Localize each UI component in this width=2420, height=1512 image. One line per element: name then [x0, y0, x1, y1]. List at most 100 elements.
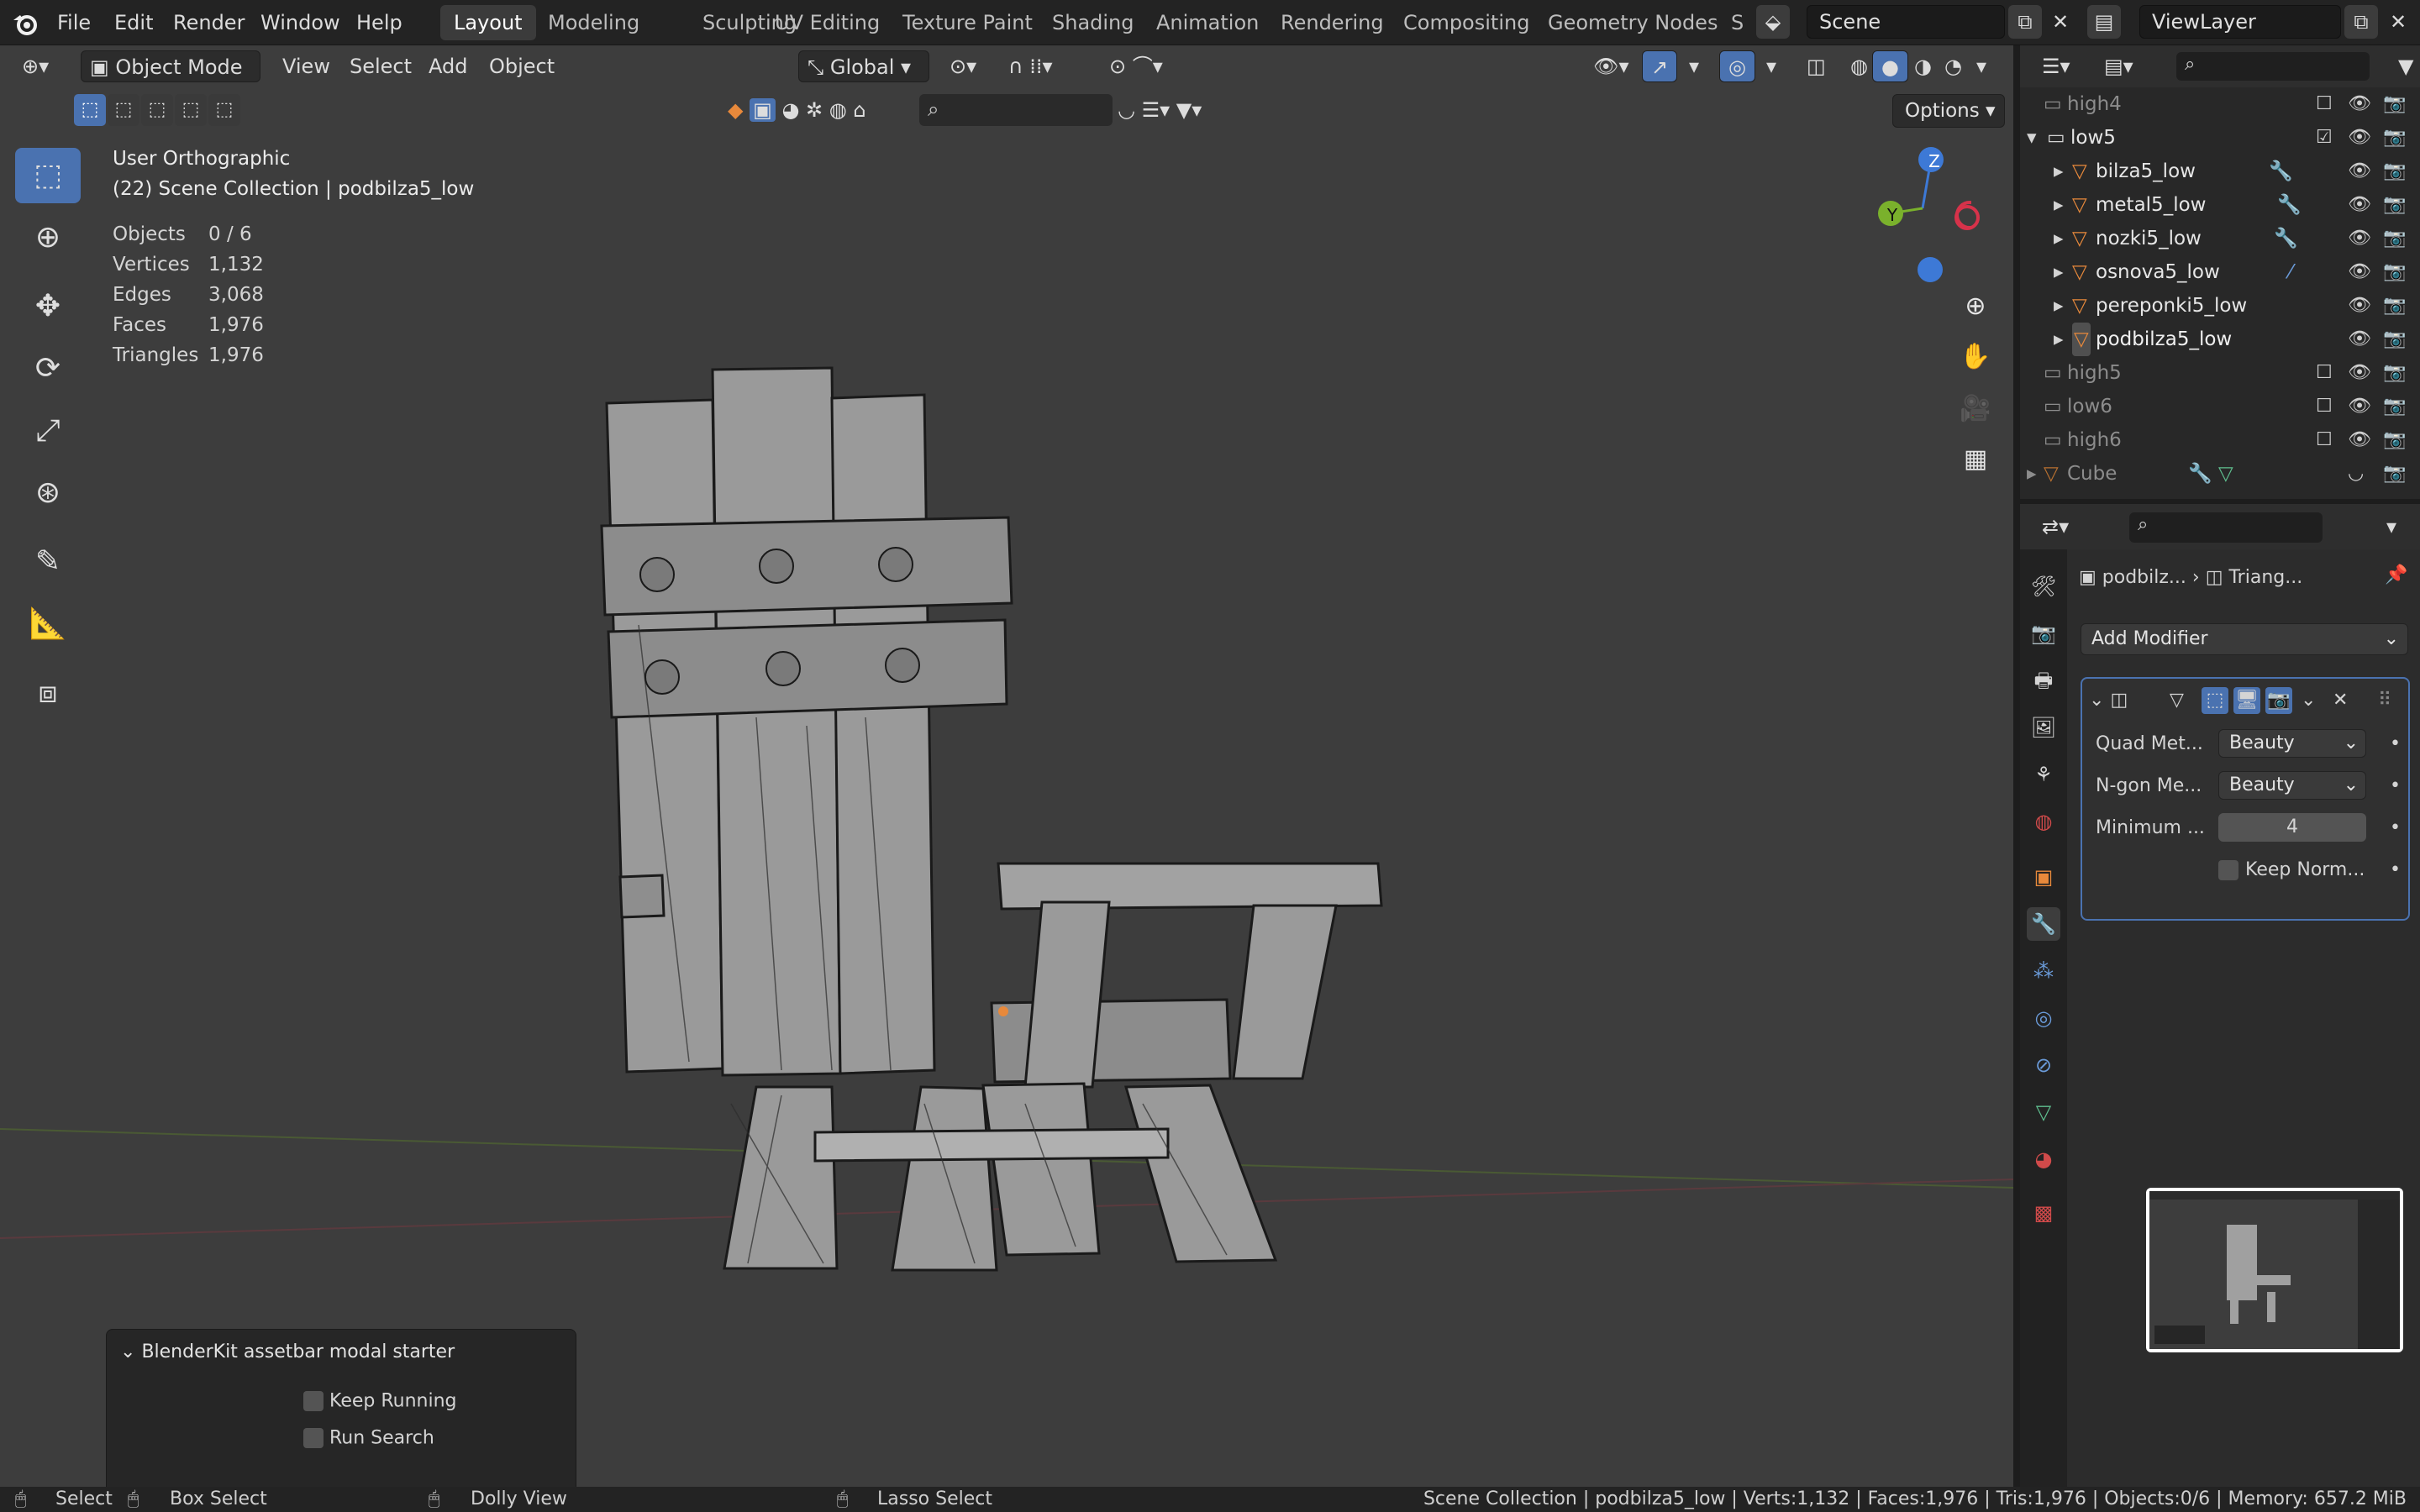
tab-rendering[interactable]: Rendering	[1267, 5, 1397, 40]
viewlayer-selector-icon[interactable]: ▤	[2087, 5, 2121, 39]
eye-icon[interactable]: 👁	[2348, 155, 2371, 188]
camera-icon[interactable]: 📷	[2383, 289, 2406, 323]
outliner-row-osnova5[interactable]: ▸ ▽ osnova5_low ⁄ 👁 📷	[2020, 255, 2420, 289]
eye-icon[interactable]: 👁	[2348, 423, 2371, 457]
keyframe-dot-icon[interactable]: •	[2390, 811, 2401, 845]
menu-render[interactable]: Render	[168, 8, 250, 37]
exclude-checkbox[interactable]: ☐	[2316, 423, 2333, 457]
expand-arrow-icon[interactable]: ▸	[2054, 222, 2064, 255]
eye-icon[interactable]: 👁	[2348, 87, 2371, 121]
world-tab-icon[interactable]: ◍	[2027, 805, 2060, 838]
outliner-search-input[interactable]: ⌕	[2176, 52, 2370, 81]
quad-method-dropdown[interactable]: Beauty ⌄	[2218, 729, 2366, 758]
tab-modeling[interactable]: Modeling	[534, 5, 653, 40]
wrench-icon[interactable]: 🔧	[2269, 155, 2293, 188]
new-viewlayer-icon[interactable]: ⧉	[2344, 5, 2378, 39]
tool-tab-icon[interactable]: 🛠	[2027, 570, 2060, 603]
eye-icon[interactable]: 👁	[2348, 390, 2371, 423]
wrench-icon[interactable]: 🔧	[2274, 222, 2298, 255]
data-tab-icon[interactable]: ▽	[2027, 1095, 2060, 1129]
tab-geometry-nodes[interactable]: Geometry Nodes	[1534, 5, 1731, 40]
keep-normals-row[interactable]: Keep Norm... •	[2091, 853, 2420, 887]
expand-arrow-icon[interactable]: ▸	[2054, 155, 2064, 188]
tab-texture-paint[interactable]: Texture Paint	[889, 5, 1046, 40]
expand-arrow-icon[interactable]: ▸	[2027, 457, 2037, 491]
keep-normals-checkbox[interactable]	[2218, 860, 2238, 880]
render-tab-icon[interactable]: 📷	[2027, 617, 2060, 650]
ortho-grid-icon[interactable]: ▦	[1953, 437, 1998, 482]
exclude-checkbox[interactable]: ☑	[2316, 121, 2333, 155]
new-scene-icon[interactable]: ⧉	[2008, 5, 2042, 39]
camera-icon[interactable]: 📷	[2383, 155, 2406, 188]
outliner-row-low5[interactable]: ▾ ▭ low5 ☑ 👁 📷	[2020, 121, 2420, 155]
add-modifier-dropdown[interactable]: Add Modifier ⌄	[2081, 623, 2408, 655]
keyframe-dot-icon[interactable]: •	[2390, 727, 2401, 761]
pin-icon[interactable]: 📌	[2385, 564, 2407, 585]
outliner-row-low6[interactable]: ▭ low6 ☐ 👁 📷	[2020, 390, 2420, 423]
properties-editor-type-icon[interactable]: ⇄▾	[2033, 511, 2077, 543]
delete-viewlayer-icon[interactable]: ✕	[2381, 5, 2415, 39]
wrench-icon[interactable]: 🔧	[2188, 457, 2212, 491]
scene-tab-icon[interactable]: ⚘	[2027, 758, 2060, 791]
tab-uv-editing[interactable]: UV Editing	[761, 5, 893, 40]
modifier-icon[interactable]: ⁄	[2289, 255, 2292, 289]
blender-logo-icon[interactable]	[12, 10, 39, 37]
texture-tab-icon[interactable]: ▩	[2027, 1196, 2060, 1230]
camera-icon[interactable]: 📷	[2383, 87, 2406, 121]
camera-icon[interactable]: 📷	[2383, 390, 2406, 423]
minimum-vertices-field[interactable]: 4	[2218, 813, 2366, 842]
modifier-tab-icon[interactable]: 🔧	[2027, 907, 2060, 941]
expand-arrow-icon[interactable]: ▸	[2054, 323, 2064, 356]
keyframe-dot-icon[interactable]: •	[2390, 769, 2401, 803]
screenshot-preview-thumbnail[interactable]	[2146, 1188, 2403, 1352]
outliner-row-nozki5[interactable]: ▸ ▽ nozki5_low 🔧 👁 📷	[2020, 222, 2420, 255]
camera-icon[interactable]: 📷	[2383, 457, 2406, 491]
outliner-row-pereponki5[interactable]: ▸ ▽ pereponki5_low 👁 📷	[2020, 289, 2420, 323]
camera-icon[interactable]: 📷	[2383, 222, 2406, 255]
mesh-data-icon[interactable]: ▽	[2218, 457, 2233, 491]
tab-compositing[interactable]: Compositing	[1390, 5, 1543, 40]
expand-arrow-icon[interactable]: ▸	[2054, 188, 2064, 222]
menu-help[interactable]: Help	[351, 8, 408, 37]
tab-scripting[interactable]: S	[1718, 5, 1757, 40]
eye-icon[interactable]: 👁	[2348, 188, 2371, 222]
navigation-gizmo[interactable]	[1870, 146, 1971, 247]
expand-arrow-icon[interactable]: ▸	[2054, 289, 2064, 323]
tab-animation[interactable]: Animation	[1143, 5, 1272, 40]
scene-selector-icon[interactable]: ⬙	[1756, 5, 1790, 39]
particles-tab-icon[interactable]: ⁂	[2027, 954, 2060, 988]
properties-search-input[interactable]: ⌕	[2129, 512, 2323, 543]
ngon-method-dropdown[interactable]: Beauty ⌄	[2218, 771, 2366, 800]
close-icon[interactable]: ✕	[2333, 684, 2348, 717]
outliner-editor-type-icon[interactable]: ☰▾	[2033, 50, 2079, 82]
chair-model[interactable]	[588, 348, 1428, 1289]
outliner-row-cube[interactable]: ▸ ▽ Cube 🔧 ▽ ◡ 📷	[2020, 457, 2420, 491]
cage-icon[interactable]: ⬚	[2202, 687, 2228, 714]
run-search-checkbox[interactable]: Run Search	[303, 1427, 434, 1449]
expand-arrow-icon[interactable]: ▸	[2054, 255, 2064, 289]
outliner-row-podbilza5[interactable]: ▸ ▽ podbilza5_low 👁 📷	[2020, 323, 2420, 356]
keyframe-dot-icon[interactable]: •	[2390, 853, 2401, 887]
physics-tab-icon[interactable]: ◎	[2027, 1001, 2060, 1035]
gizmo-x-handle[interactable]	[1954, 205, 1980, 230]
gizmo-negz-handle[interactable]	[1918, 257, 1943, 282]
3d-viewport[interactable]: ⊕▾ ▣ Object Mode ▾ View Select Add Objec…	[0, 45, 2013, 1487]
eye-icon[interactable]: 👁	[2348, 222, 2371, 255]
camera-icon[interactable]: 📷	[2383, 255, 2406, 289]
pan-hand-icon[interactable]: ✋	[1953, 334, 1998, 380]
outliner-row-high4[interactable]: ▭ high4 ☐ 👁 📷	[2020, 87, 2420, 121]
eye-icon[interactable]: 👁	[2348, 323, 2371, 356]
eye-icon[interactable]: 👁	[2348, 356, 2371, 390]
eye-icon[interactable]: 👁	[2348, 289, 2371, 323]
outliner-filter-icon[interactable]: ▼	[2390, 50, 2420, 82]
object-tab-icon[interactable]: ▣	[2027, 860, 2060, 894]
material-tab-icon[interactable]: ◕	[2027, 1142, 2060, 1176]
view-layer-tab-icon[interactable]: 🖼	[2027, 711, 2060, 744]
camera-icon[interactable]: 📷	[2383, 423, 2406, 457]
tab-layout[interactable]: Layout	[440, 5, 536, 40]
menu-file[interactable]: File	[52, 8, 96, 37]
realtime-display-icon[interactable]: 🖥	[2233, 687, 2260, 714]
output-tab-icon[interactable]: 🖶	[2027, 664, 2060, 697]
collapse-chevron-icon[interactable]: ⌄	[2089, 690, 2110, 711]
outliner-row-high6[interactable]: ▭ high6 ☐ 👁 📷	[2020, 423, 2420, 457]
